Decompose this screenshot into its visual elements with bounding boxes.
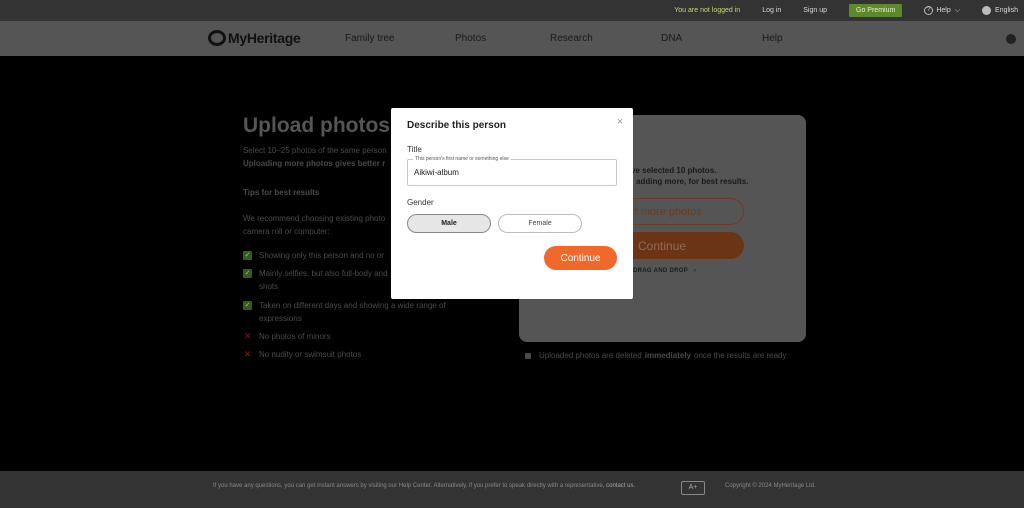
main-nav: MyHeritage Family tree Photos Research D… xyxy=(0,21,1024,56)
top-utility-bar: You are not logged in Log in Sign up Go … xyxy=(0,0,1024,21)
tip-text: Showing only this person and no or xyxy=(259,251,384,260)
contact-us-link[interactable]: contact us. xyxy=(606,483,635,489)
title-field: This person's first name or something el… xyxy=(407,156,617,186)
chevron-right-icon: › xyxy=(693,268,697,274)
help-menu[interactable]: ? Help ⌵ xyxy=(924,6,960,15)
help-menu-label: Help xyxy=(936,7,951,14)
chevron-down-icon: ⌵ xyxy=(954,6,961,14)
person-name-input[interactable] xyxy=(414,168,610,177)
myheritage-logo[interactable]: MyHeritage xyxy=(208,30,301,46)
cross-icon: ✕ xyxy=(243,331,252,341)
privacy-note-bold: immediately xyxy=(644,351,691,360)
drag-and-drop-label: DRAG AND DROP xyxy=(633,268,688,274)
tip-item: ✓ Showing only this person and no or xyxy=(243,249,403,262)
nav-item-dna[interactable]: DNA xyxy=(661,33,682,44)
lock-icon xyxy=(525,352,531,359)
accessibility-icon[interactable]: A+ xyxy=(681,481,705,495)
add-more-hint: adding more, for best results. xyxy=(636,177,749,186)
settings-icon[interactable] xyxy=(1006,34,1016,44)
privacy-note-text: Uploaded photos are deleted xyxy=(539,351,642,360)
checkmark-icon: ✓ xyxy=(243,269,252,278)
gender-male-button[interactable]: Male xyxy=(407,214,491,233)
cross-icon: ✕ xyxy=(243,349,252,359)
tip-item: ✓ Mainly selfies, but also full-body and… xyxy=(243,267,403,293)
checkmark-icon: ✓ xyxy=(243,301,252,310)
tip-item: ✕ No nudity or swimsuit photos xyxy=(243,348,362,361)
tips-heading: Tips for best results xyxy=(243,188,320,197)
tip-text: No photos of minors xyxy=(259,332,331,341)
nav-item-help[interactable]: Help xyxy=(762,33,783,44)
language-selector[interactable]: English xyxy=(982,6,1018,15)
close-icon[interactable]: × xyxy=(615,117,625,128)
page-title: Upload photos xyxy=(243,114,390,137)
logo-mark-icon xyxy=(208,30,226,46)
intro-text-bold: Uploading more photos gives better r xyxy=(243,159,386,168)
title-field-floating-label: This person's first name or something el… xyxy=(413,156,511,162)
copyright: Copyright © 2024 MyHeritage Ltd. xyxy=(725,483,816,489)
gender-female-button[interactable]: Female xyxy=(498,214,582,233)
tip-item: ✓ Taken on different days and showing a … xyxy=(243,299,458,325)
tips-text: We recommend choosing existing photo cam… xyxy=(243,214,386,236)
nav-item-research[interactable]: Research xyxy=(550,33,593,44)
privacy-note-tail: once the results are ready xyxy=(694,351,787,360)
brand-name: MyHeritage xyxy=(228,30,301,46)
privacy-note: Uploaded photos are deleted immediately … xyxy=(525,351,787,360)
help-icon: ? xyxy=(924,6,934,15)
checkmark-icon: ✓ xyxy=(243,251,252,260)
footer-help-copy: If you have any questions, you can get i… xyxy=(213,483,605,489)
gender-field-label: Gender xyxy=(407,198,434,207)
tip-text: Mainly selfies, but also full-body and s… xyxy=(259,269,388,291)
footer: If you have any questions, you can get i… xyxy=(0,471,1024,508)
drag-and-drop-link[interactable]: DRAG AND DROP › xyxy=(633,268,696,274)
globe-icon xyxy=(982,6,992,15)
describe-person-dialog: Describe this person × Title This person… xyxy=(391,108,633,299)
tip-text: Taken on different days and showing a wi… xyxy=(259,301,446,323)
tip-item: ✕ No photos of minors xyxy=(243,330,331,343)
selected-count-text: ve selected 10 photos. xyxy=(631,166,717,175)
nav-item-family-tree[interactable]: Family tree xyxy=(345,33,394,44)
tip-text: No nudity or swimsuit photos xyxy=(259,350,362,359)
intro-text: Select 10–25 photos of the same person xyxy=(243,146,387,155)
go-premium-button[interactable]: Go Premium xyxy=(849,4,903,17)
dialog-continue-button[interactable]: Continue xyxy=(544,246,617,270)
signup-link[interactable]: Sign up xyxy=(803,7,827,14)
login-link[interactable]: Log in xyxy=(762,7,781,14)
login-status: You are not logged in xyxy=(674,7,741,14)
language-label: English xyxy=(995,7,1018,14)
footer-help-text: If you have any questions, you can get i… xyxy=(213,483,635,489)
nav-item-photos[interactable]: Photos xyxy=(455,33,486,44)
title-field-label: Title xyxy=(407,145,422,154)
dialog-title: Describe this person xyxy=(407,120,506,131)
